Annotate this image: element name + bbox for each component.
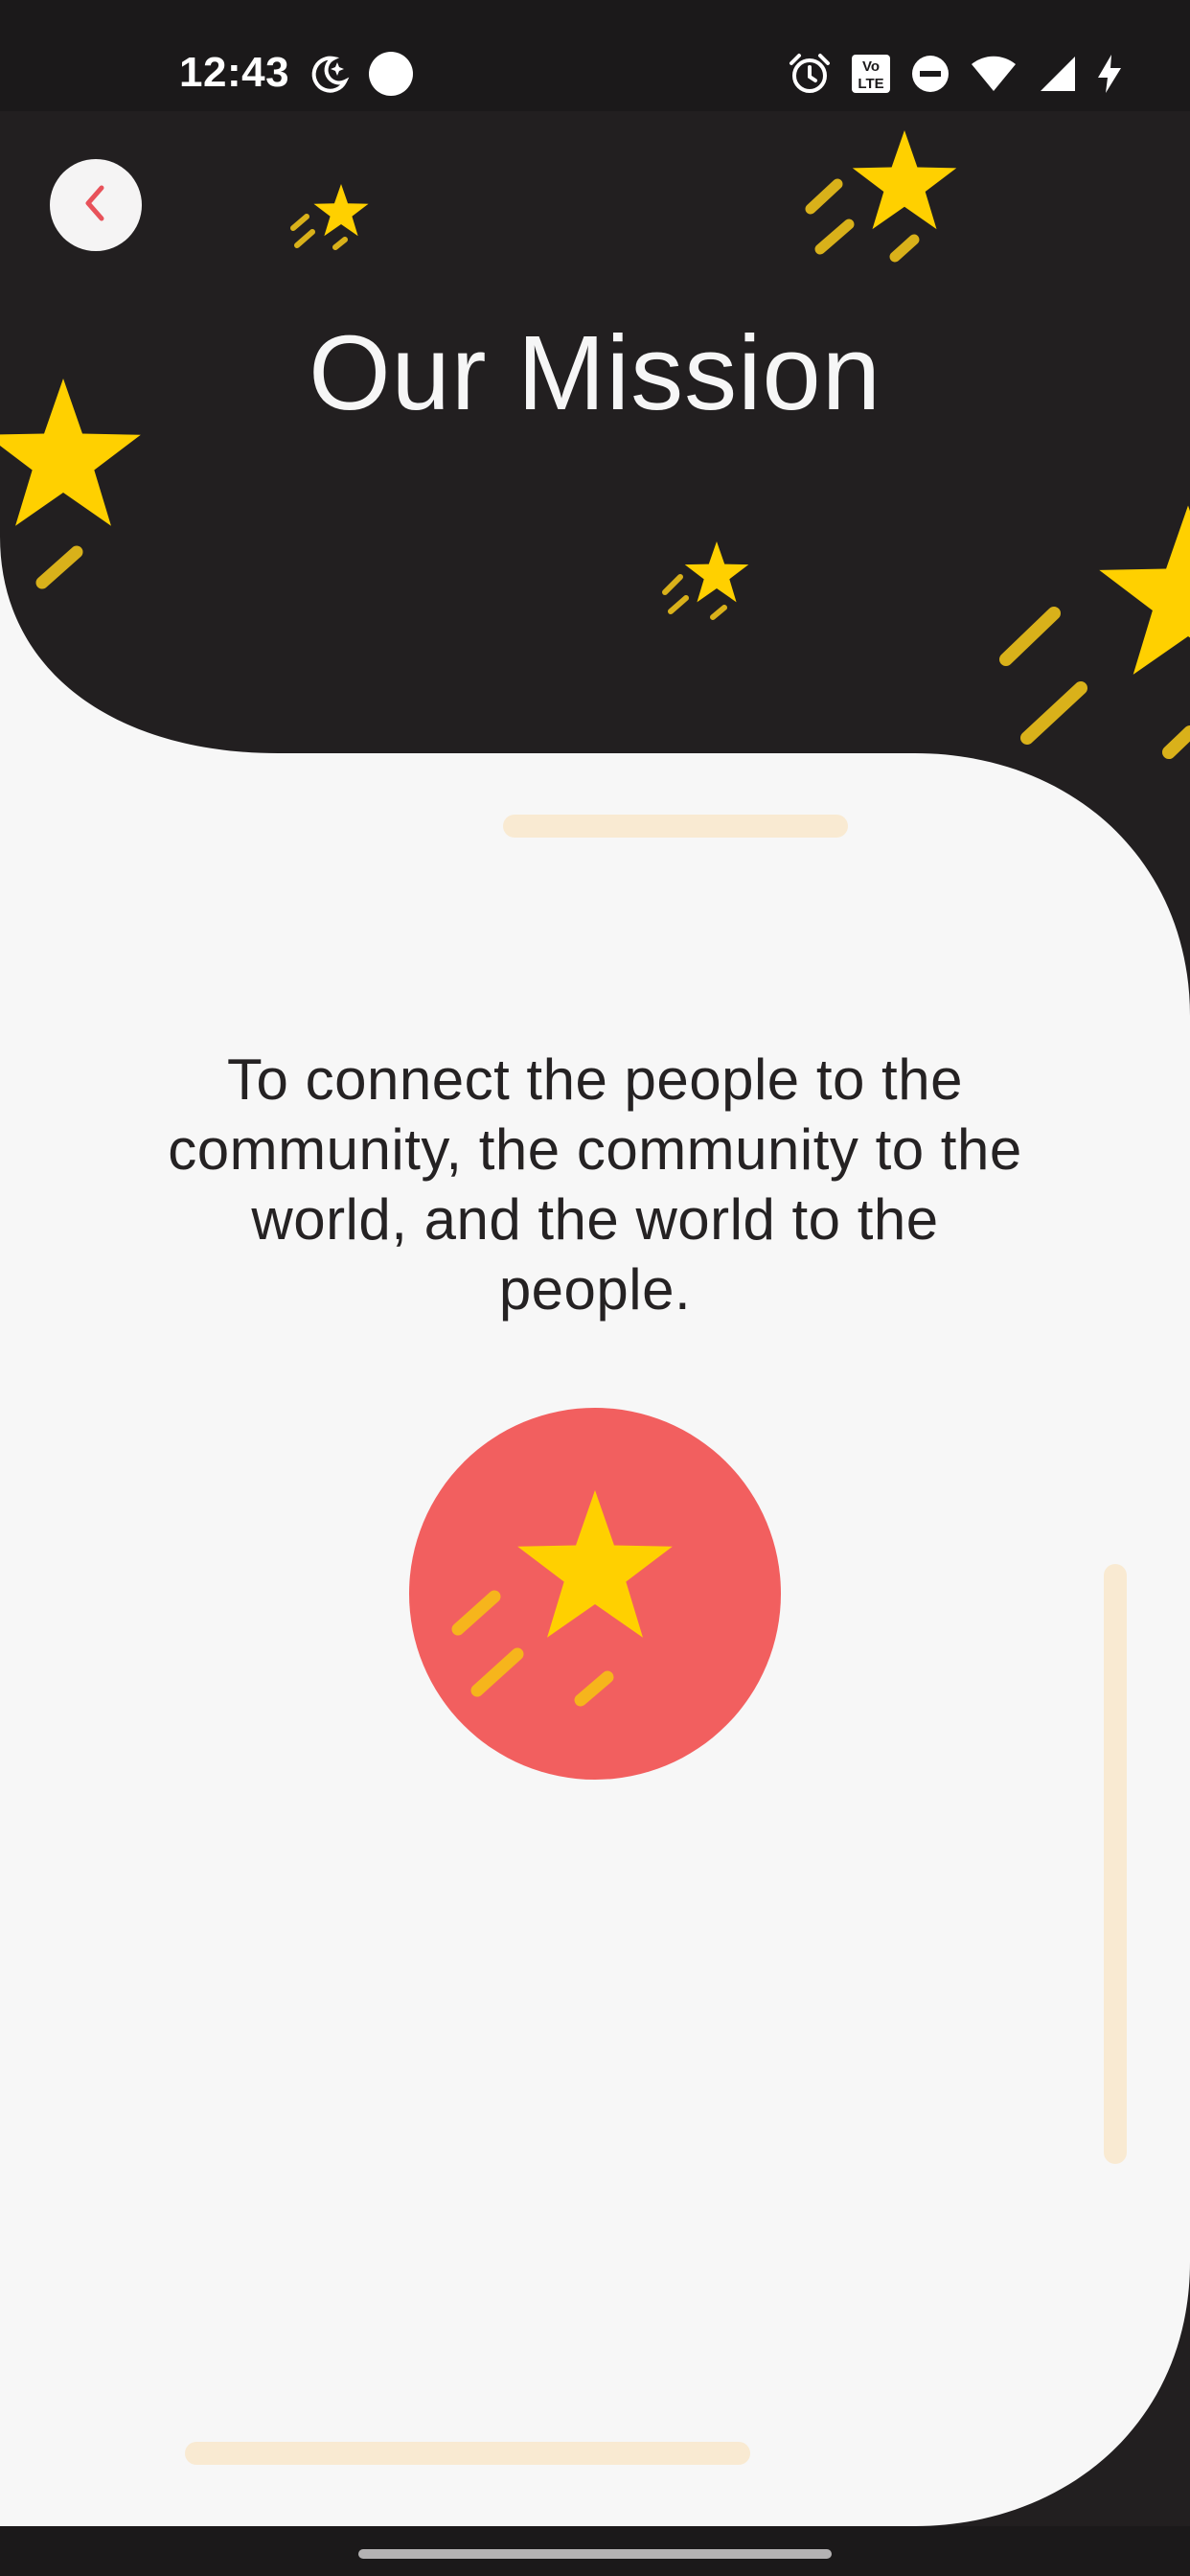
- do-not-disturb-moon-icon: [309, 53, 351, 95]
- mission-statement: To connect the people to the community, …: [168, 1047, 1022, 1322]
- svg-text:LTE: LTE: [858, 76, 883, 92]
- chevron-left-icon: [79, 182, 113, 229]
- signal-icon: [1037, 55, 1077, 93]
- status-left-icons: [309, 50, 414, 98]
- charging-bolt-icon: [1096, 53, 1123, 95]
- scroll-indicator: [1104, 1564, 1127, 2164]
- status-time: 12:43: [179, 49, 290, 96]
- home-indicator[interactable]: [358, 2549, 832, 2559]
- status-right-icons: Vo LTE: [788, 50, 1123, 98]
- dnd-minus-icon: [910, 54, 950, 94]
- volte-icon: Vo LTE: [851, 54, 891, 94]
- back-button[interactable]: [50, 159, 142, 251]
- svg-text:Vo: Vo: [862, 58, 880, 75]
- page-title: Our Mission: [309, 314, 881, 432]
- decorative-pill: [503, 815, 848, 838]
- alarm-icon: [788, 52, 832, 96]
- decorative-pill: [185, 2442, 750, 2465]
- mission-badge: [356, 1361, 834, 1827]
- circle-dot-icon: [368, 51, 414, 97]
- status-bar: 12:43 Vo LTE: [0, 0, 1190, 111]
- wifi-icon: [970, 55, 1018, 93]
